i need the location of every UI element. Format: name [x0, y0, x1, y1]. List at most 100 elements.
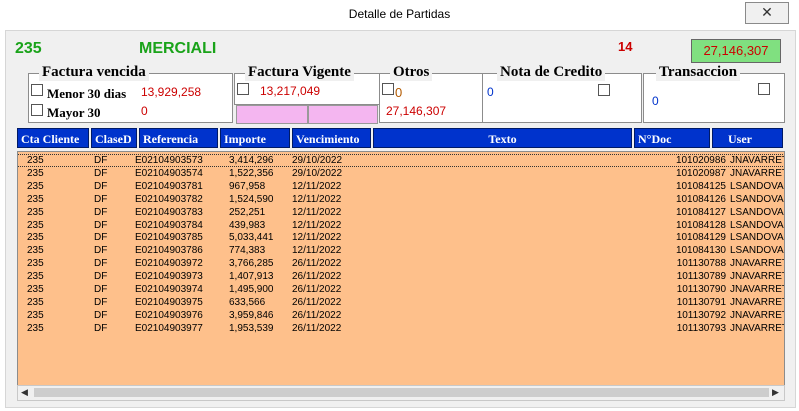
col-texto[interactable]: Texto [373, 128, 632, 148]
table-cell: 101130791 [676, 296, 726, 308]
table-cell: E02104903573 [135, 155, 203, 166]
table-cell: 235 [27, 245, 44, 257]
table-cell: 774,383 [229, 245, 266, 257]
col-vencimiento[interactable]: Vencimiento [292, 128, 371, 148]
client-code: 235 [15, 40, 42, 57]
table-cell: 12/11/2022 [292, 180, 342, 192]
table-cell: DF [94, 180, 108, 192]
scroll-left-icon[interactable]: ◀ [21, 387, 28, 398]
nota-credito-value: 0 [487, 85, 494, 99]
table-cell: 101020987 [675, 167, 726, 179]
table-cell: LSANDOVAI [730, 245, 785, 257]
table-row[interactable]: 235 DF E02104903782 1,524,590 12/11/2022 1010… [18, 194, 784, 205]
table-cell: 3,414,296 [229, 155, 274, 166]
otros-checkbox[interactable] [382, 83, 394, 95]
nota-credito-group: Nota de Credito [482, 64, 642, 123]
table-cell: 101084129 [675, 232, 726, 244]
close-button[interactable]: ✕ [745, 2, 789, 24]
scroll-right-icon[interactable]: ▶ [772, 387, 779, 398]
table-cell: 29/10/2022 [292, 155, 343, 166]
col-importe[interactable]: Importe [220, 128, 290, 148]
col-clased[interactable]: ClaseD [91, 128, 137, 148]
table-cell: E02104903976 [135, 309, 203, 321]
table-cell: 26/11/2022 [292, 296, 342, 308]
table-cell: DF [94, 232, 108, 244]
table-cell: 101084126 [675, 193, 726, 205]
vigente-value: 13,217,049 [260, 84, 321, 98]
col-ndoc[interactable]: N°Doc [634, 128, 710, 148]
table-cell: 26/11/2022 [292, 271, 342, 283]
table-cell: 12/11/2022 [292, 232, 342, 244]
table-cell: 3,766,285 [229, 258, 274, 270]
pink-field-1[interactable] [236, 105, 308, 124]
table-cell: DF [94, 155, 108, 166]
col-referencia[interactable]: Referencia [139, 128, 218, 148]
table-cell: LSANDOVAI [730, 193, 785, 205]
table-cell: 235 [27, 180, 44, 192]
table-row[interactable]: 235 DF E02104903975 633,566 26/11/2022 101130… [18, 297, 784, 308]
table-cell: 1,953,539 [229, 322, 274, 334]
otros-total: 27,146,307 [386, 104, 447, 118]
table-row[interactable]: 235 DF E02104903574 1,522,356 29/10/2022 1010… [18, 168, 784, 179]
table-row[interactable]: 235 DF E02104903781 967,958 12/11/2022 101084… [18, 181, 784, 192]
transaccion-checkbox[interactable] [758, 83, 770, 95]
table-cell: LSANDOVAI [730, 180, 785, 192]
table-cell: 5,033,441 [229, 232, 274, 244]
table-cell: E02104903784 [135, 219, 203, 231]
table-row[interactable]: 235 DF E02104903573 3,414,296 29/10/2022 1010… [18, 154, 784, 167]
table-cell: 26/11/2022 [292, 322, 342, 334]
menor-30-value: 13,929,258 [141, 85, 202, 99]
title-bar: Detalle de Partidas ✕ [0, 0, 799, 30]
mayor-30-checkbox[interactable] [31, 104, 43, 116]
menor-30-checkbox[interactable] [31, 84, 43, 96]
transaccion-group: Transaccion [643, 64, 785, 123]
table-cell: 1,407,913 [229, 271, 274, 283]
table-cell: JNAVARRET [730, 258, 785, 270]
table-cell: 101084128 [675, 219, 726, 231]
data-grid[interactable]: 235 DF E02104903573 3,414,296 29/10/2022 1010… [17, 151, 785, 386]
table-cell: 1,495,900 [229, 284, 274, 295]
table-cell: 29/10/2022 [292, 167, 343, 179]
table-cell: E02104903782 [135, 193, 203, 205]
table-row[interactable]: 235 DF E02104903972 3,766,285 26/11/2022 1011… [18, 258, 784, 269]
table-row[interactable]: 235 DF E02104903974 1,495,900 26/11/2022 1011… [18, 284, 784, 295]
nota-credito-checkbox[interactable] [598, 84, 610, 96]
table-cell: DF [94, 206, 108, 218]
table-cell: DF [94, 167, 108, 179]
col-user[interactable]: User [712, 128, 783, 148]
table-cell: 12/11/2022 [292, 206, 342, 218]
table-cell: LSANDOVAI [730, 219, 785, 231]
table-cell: 101130789 [676, 271, 726, 283]
otros-title: Otros [390, 64, 433, 81]
table-cell: DF [94, 322, 108, 334]
table-cell: DF [94, 309, 108, 321]
table-cell: LSANDOVAI [730, 232, 785, 244]
table-cell: 235 [27, 193, 44, 205]
table-row[interactable]: 235 DF E02104903783 252,251 12/11/2022 101084… [18, 207, 784, 218]
table-cell: 12/11/2022 [292, 245, 342, 257]
table-row[interactable]: 235 DF E02104903973 1,407,913 26/11/2022 1011… [18, 271, 784, 282]
vigente-checkbox[interactable] [237, 83, 249, 95]
table-cell: 1,524,590 [229, 193, 274, 205]
table-cell: 26/11/2022 [292, 284, 342, 295]
table-row[interactable]: 235 DF E02104903784 439,983 12/11/2022 101084… [18, 220, 784, 231]
table-row[interactable]: 235 DF E02104903786 774,383 12/11/2022 101084… [18, 245, 784, 256]
table-cell: 235 [27, 219, 44, 231]
col-cta-cliente[interactable]: Cta Cliente [17, 128, 89, 148]
scroll-thumb[interactable] [34, 388, 769, 397]
client-name: MERCIALI [139, 40, 217, 57]
table-cell: 26/11/2022 [292, 258, 342, 270]
table-cell: JNAVARRET [730, 309, 785, 321]
table-row[interactable]: 235 DF E02104903976 3,959,846 26/11/2022 1011… [18, 310, 784, 321]
table-row[interactable]: 235 DF E02104903977 1,953,539 26/11/2022 1011… [18, 323, 784, 334]
table-row[interactable]: 235 DF E02104903785 5,033,441 12/11/2022 1010… [18, 232, 784, 243]
table-cell: 235 [27, 309, 44, 321]
factura-vencida-title: Factura vencida [39, 64, 149, 81]
pink-field-2[interactable] [308, 105, 378, 124]
horizontal-scrollbar[interactable]: ◀ ▶ [17, 385, 785, 401]
factura-vigente-title: Factura Vigente [245, 64, 354, 81]
table-cell: DF [94, 219, 108, 231]
otros-value: 0 [395, 85, 403, 100]
table-cell: 235 [27, 258, 44, 270]
table-cell: E02104903973 [135, 271, 203, 283]
